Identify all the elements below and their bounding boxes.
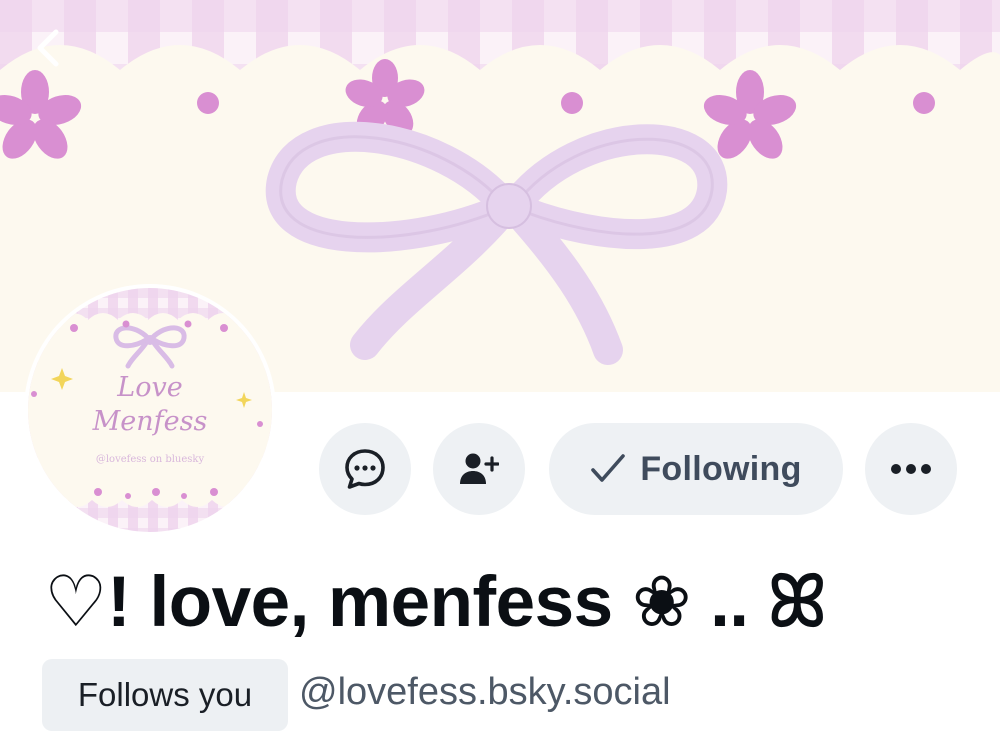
profile-handle[interactable]: @lovefess.bsky.social	[299, 671, 671, 714]
profile-page: Love Menfess @lovefess on bluesky Follow…	[0, 0, 1000, 744]
more-options-button[interactable]	[865, 423, 957, 515]
avatar[interactable]: Love Menfess @lovefess on bluesky	[28, 288, 272, 532]
message-button[interactable]	[319, 423, 411, 515]
follows-you-badge: Follows you	[42, 659, 288, 731]
checkmark-icon	[590, 453, 626, 485]
add-user-button[interactable]	[433, 423, 525, 515]
avatar-handle-text: @lovefess on bluesky	[95, 454, 205, 465]
avatar-title-line2: Menfess	[92, 406, 208, 437]
back-button[interactable]	[26, 26, 70, 70]
following-label: Following	[640, 449, 802, 488]
ellipsis-icon	[891, 464, 931, 474]
message-bubble-icon	[345, 449, 385, 489]
following-button[interactable]: Following	[549, 423, 843, 515]
chevron-left-icon	[37, 29, 59, 67]
person-plus-icon	[460, 453, 499, 484]
display-name: ♡! love, menfess ❀ .. ⁠ꕤ	[44, 563, 827, 642]
avatar-title-line1: Love	[117, 372, 183, 403]
